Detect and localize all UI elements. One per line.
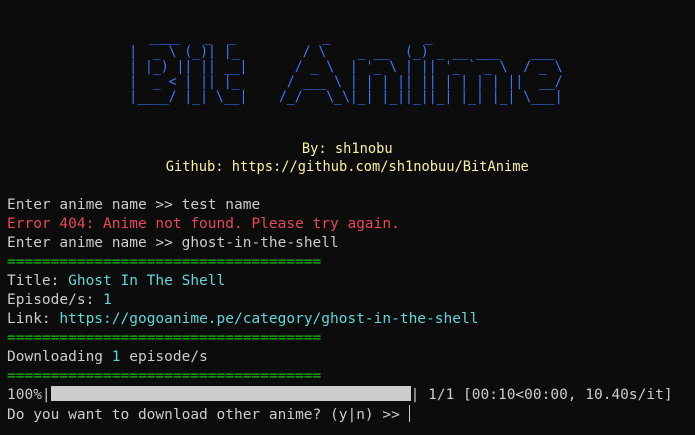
link-label: Link:	[7, 311, 60, 327]
title-line: Title: Ghost In The Shell	[7, 272, 225, 291]
downloading-count: 1	[111, 349, 121, 365]
title-label: Title:	[7, 273, 69, 289]
prompt-label: Enter anime name >>	[7, 197, 182, 213]
separator-line: ====================================	[7, 368, 322, 384]
link-line: Link: https://gogoanime.pe/category/ghos…	[7, 310, 478, 329]
error-message: Error 404: Anime not found. Please try a…	[7, 216, 400, 232]
progress-bar	[50, 386, 411, 401]
episodes-label: Episode/s:	[7, 292, 104, 308]
github-credit: Github: https://github.com/sh1nobuu/BitA…	[165, 159, 529, 175]
prompt-line-1: Enter anime name >> test name	[7, 196, 260, 215]
author-credit: By: sh1nobu	[301, 141, 393, 157]
text-cursor	[408, 405, 410, 422]
title-value: Ghost In The Shell	[68, 273, 226, 289]
progress-stats: 1/1 [00:10<00:00, 10.40s/it]	[419, 387, 673, 403]
separator-line: ====================================	[7, 330, 322, 346]
progress-line: 100%| | 1/1 [00:10<00:00, 10.40s/it]	[7, 386, 673, 403]
ascii-banner: ____ _ _ _ _ | _ \ (_)| |_ / \ _ __ (_) …	[129, 29, 563, 105]
downloading-label: Downloading	[7, 349, 112, 365]
prompt-line-2: Enter anime name >> ghost-in-the-shell	[7, 234, 339, 253]
final-prompt: Do you want to download other anime? (y|…	[7, 407, 409, 423]
user-input-2: ghost-in-the-shell	[181, 235, 339, 251]
user-input-1: test name	[181, 197, 261, 213]
terminal-window[interactable]: ____ _ _ _ _ | _ \ (_)| |_ / \ _ __ (_) …	[0, 0, 695, 435]
episodes-value: 1	[103, 292, 112, 308]
episodes-line: Episode/s: 1	[7, 291, 112, 310]
progress-percent: 100%	[7, 387, 42, 403]
link-value[interactable]: https://gogoanime.pe/category/ghost-in-t…	[59, 311, 478, 327]
separator-line: ====================================	[7, 254, 322, 270]
downloading-suffix: episode/s	[120, 349, 208, 365]
downloading-line: Downloading 1 episode/s	[7, 348, 208, 367]
final-prompt-line[interactable]: Do you want to download other anime? (y|…	[7, 405, 410, 424]
prompt-label: Enter anime name >>	[7, 235, 182, 251]
